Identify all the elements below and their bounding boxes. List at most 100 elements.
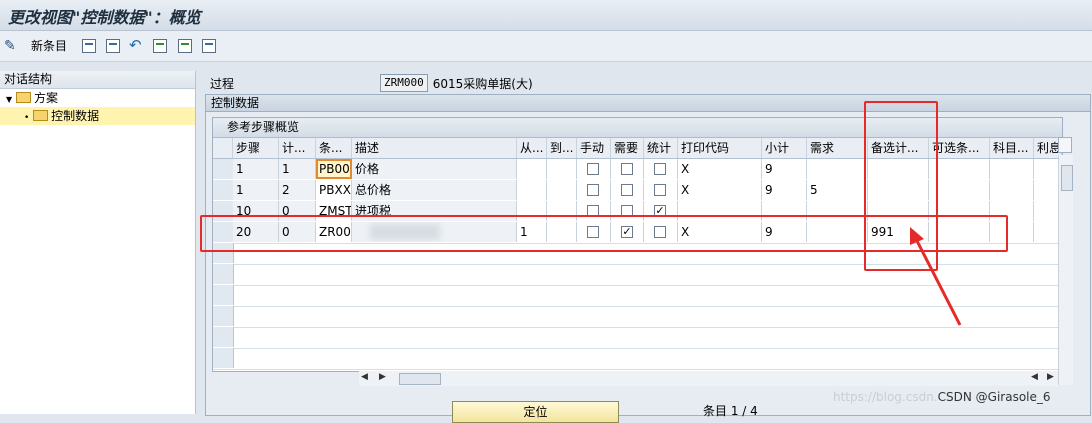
row-selector[interactable] xyxy=(213,180,234,200)
scroll-right-icon[interactable]: ▶ xyxy=(379,372,386,382)
watermark-text: CSDN @Girasole_6 xyxy=(937,390,1051,404)
tree-item-scheme[interactable]: ▼ 方案 xyxy=(0,89,195,107)
requirement-cell[interactable]: 5 xyxy=(807,180,868,200)
scroll-right-end-icon[interactable]: ▶ xyxy=(1047,372,1054,382)
to-cell[interactable] xyxy=(547,180,577,200)
counter-cell: 1 xyxy=(279,159,316,179)
control-data-group-title: 控制数据 xyxy=(206,95,1090,112)
folder-open-icon xyxy=(33,110,49,121)
print-code-cell[interactable]: X xyxy=(678,180,762,200)
tree-item-scheme-label: 方案 xyxy=(33,91,58,105)
col-header[interactable]: 步骤 xyxy=(233,138,279,158)
requirement-cell[interactable] xyxy=(807,159,868,179)
col-header[interactable]: 描述 xyxy=(352,138,517,158)
col-header[interactable]: 统计 xyxy=(644,138,678,158)
horizontal-scrollbar[interactable]: ◀ ▶ ◀ ▶ xyxy=(359,371,1059,386)
title-bar: 更改视图"控制数据"：概览 xyxy=(0,0,1092,31)
account-key-cell[interactable] xyxy=(990,180,1034,200)
tree-item-control-data-label: 控制数据 xyxy=(51,109,100,123)
row-selector[interactable] xyxy=(213,327,234,347)
from-cell[interactable] xyxy=(517,180,547,200)
copy-icon xyxy=(82,39,96,53)
account-key-cell[interactable] xyxy=(990,159,1034,179)
undo-button[interactable] xyxy=(129,36,143,55)
copy-button[interactable] xyxy=(82,37,96,55)
horizontal-scroll-thumb[interactable] xyxy=(399,373,441,385)
step-cell: 1 xyxy=(233,180,279,200)
vertical-scroll-thumb[interactable] xyxy=(1061,165,1073,191)
subtotal-cell[interactable]: 9 xyxy=(762,180,807,200)
manual-checkbox[interactable] xyxy=(587,163,599,175)
row-selector[interactable] xyxy=(213,285,234,305)
select-all-button[interactable] xyxy=(153,37,167,55)
to-cell[interactable] xyxy=(547,159,577,179)
delete-button[interactable] xyxy=(106,37,120,55)
description-text: 价格 xyxy=(355,162,380,176)
counter-cell: 2 xyxy=(279,180,316,200)
row-selector[interactable] xyxy=(213,159,234,179)
display-change-button[interactable] xyxy=(4,37,18,55)
select-block-icon xyxy=(178,39,192,53)
col-header[interactable]: 科目... xyxy=(990,138,1034,158)
print-code-cell[interactable]: X xyxy=(678,159,762,179)
dialog-structure-panel: 对话结构 ▼ 方案 • 控制数据 xyxy=(0,71,196,414)
required-cell xyxy=(611,159,644,179)
select-all-rows-cell[interactable] xyxy=(213,138,233,158)
col-header[interactable]: 小计 xyxy=(762,138,807,158)
tree-item-control-data[interactable]: • 控制数据 xyxy=(0,107,195,125)
condition-type-cell[interactable]: PBXX xyxy=(316,180,352,200)
procedure-field: ZRM000 xyxy=(380,74,428,92)
expand-icon[interactable]: ▼ xyxy=(6,95,12,104)
table-row[interactable] xyxy=(213,348,1062,370)
required-checkbox[interactable] xyxy=(621,184,633,196)
locate-button-label: 定位 xyxy=(523,405,548,419)
entry-counter: 条目 1 / 4 xyxy=(703,404,758,418)
vertical-scrollbar[interactable] xyxy=(1058,155,1073,385)
col-header[interactable]: 到... xyxy=(547,138,577,158)
deselect-all-icon xyxy=(202,39,216,53)
col-header[interactable]: 从... xyxy=(517,138,547,158)
required-checkbox[interactable] xyxy=(621,163,633,175)
col-header[interactable]: 手动 xyxy=(577,138,611,158)
row-selector[interactable] xyxy=(213,306,234,326)
description-cell: 价格 xyxy=(352,159,517,179)
condition-type-cell[interactable]: PB00 xyxy=(316,159,352,179)
deselect-all-button[interactable] xyxy=(202,37,216,55)
locate-button[interactable]: 定位 xyxy=(452,401,619,423)
row-selector[interactable] xyxy=(213,264,234,284)
statistical-checkbox[interactable] xyxy=(654,184,666,196)
table-row[interactable] xyxy=(213,327,1062,349)
folder-open-icon xyxy=(15,92,31,103)
col-header[interactable]: 需求 xyxy=(807,138,868,158)
manual-checkbox[interactable] xyxy=(587,184,599,196)
alt-base-cell[interactable] xyxy=(929,180,990,200)
procedure-label: 过程 xyxy=(210,76,235,91)
column-settings-icon[interactable] xyxy=(1058,137,1072,153)
alt-base-cell[interactable] xyxy=(929,159,990,179)
bullet-icon: • xyxy=(24,113,30,123)
col-header[interactable]: 计... xyxy=(279,138,316,158)
new-entries-button[interactable]: 新条目 xyxy=(31,37,67,55)
delete-icon xyxy=(106,39,120,53)
row-selector[interactable] xyxy=(213,348,234,368)
col-header[interactable]: 条... xyxy=(316,138,352,158)
highlight-box-row xyxy=(200,215,1008,252)
statistical-cell xyxy=(644,180,678,200)
window-title: 更改视图"控制数据"：概览 xyxy=(8,8,201,27)
required-cell xyxy=(611,180,644,200)
statistical-checkbox[interactable] xyxy=(654,163,666,175)
subtotal-cell[interactable]: 9 xyxy=(762,159,807,179)
manual-cell xyxy=(577,180,611,200)
col-header[interactable]: 可选条... xyxy=(929,138,990,158)
description-cell: 总价格 xyxy=(352,180,517,200)
from-cell[interactable] xyxy=(517,159,547,179)
statistical-cell xyxy=(644,159,678,179)
scroll-left-end-icon[interactable]: ◀ xyxy=(1031,372,1038,382)
display-change-icon xyxy=(4,37,18,55)
select-block-button[interactable] xyxy=(178,37,192,55)
col-header[interactable]: 打印代码 xyxy=(678,138,762,158)
highlight-arrow xyxy=(910,227,962,326)
procedure-description: 6015采购单据(大) xyxy=(432,76,533,91)
scroll-left-icon[interactable]: ◀ xyxy=(361,372,368,382)
col-header[interactable]: 需要 xyxy=(611,138,644,158)
